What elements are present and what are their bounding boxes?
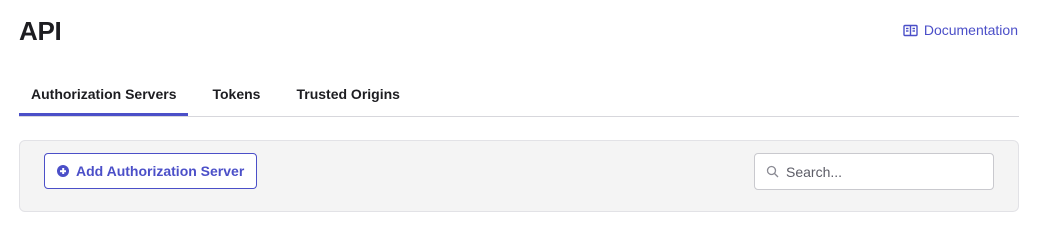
tab-bar: Authorization Servers Tokens Trusted Ori… (19, 78, 1019, 117)
tab-label: Trusted Origins (296, 86, 400, 102)
search-input[interactable] (786, 163, 976, 180)
page-title: API (19, 16, 62, 46)
add-button-label: Add Authorization Server (76, 163, 245, 179)
book-icon (903, 24, 918, 37)
tab-trusted-origins[interactable]: Trusted Origins (284, 78, 411, 110)
search-box[interactable] (754, 153, 994, 190)
tab-label: Authorization Servers (31, 86, 177, 102)
api-page: API Documentation Authorization Servers … (0, 0, 1037, 212)
tab-authorization-servers[interactable]: Authorization Servers (19, 78, 189, 116)
plus-circle-icon (57, 165, 69, 177)
add-authorization-server-button[interactable]: Add Authorization Server (44, 153, 258, 189)
documentation-link[interactable]: Documentation (903, 20, 1018, 40)
documentation-label: Documentation (923, 22, 1018, 38)
toolbar-panel: Add Authorization Server (19, 140, 1019, 212)
tab-label: Tokens (212, 86, 261, 102)
tab-tokens[interactable]: Tokens (200, 78, 272, 110)
search-icon (766, 165, 779, 178)
